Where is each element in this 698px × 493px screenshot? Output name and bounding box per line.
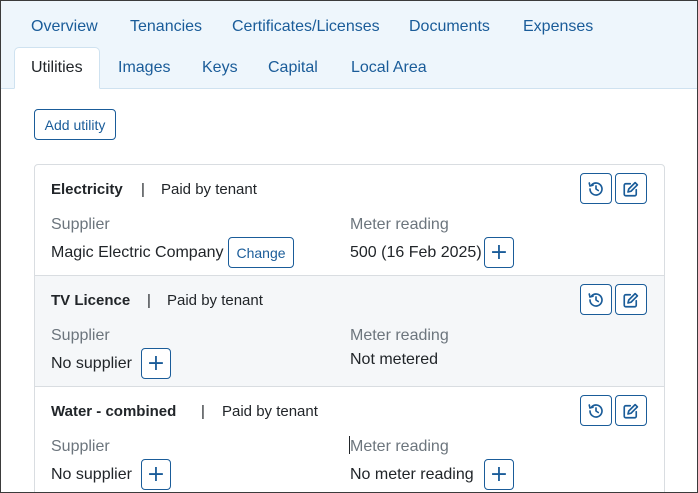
plus-icon: +	[489, 239, 509, 265]
meter-label: Meter reading	[350, 438, 449, 455]
add-utility-button[interactable]: Add utility	[34, 109, 116, 140]
tab-certificates-licenses[interactable]: Certificates/Licenses	[232, 18, 380, 36]
supplier-label: Supplier	[51, 216, 110, 233]
tab-bar: Overview Tenancies Certificates/Licenses…	[1, 1, 697, 89]
paid-by: Paid by tenant	[222, 403, 318, 420]
utility-name: Electricity	[51, 181, 123, 198]
edit-button[interactable]	[615, 395, 647, 426]
paid-by: Paid by tenant	[161, 181, 257, 198]
add-supplier-button[interactable]: +	[141, 459, 171, 490]
tab-expenses[interactable]: Expenses	[523, 18, 593, 36]
separator: |	[147, 292, 151, 309]
meter-value: Not metered	[350, 351, 439, 368]
history-button[interactable]	[580, 173, 612, 204]
paid-by: Paid by tenant	[167, 292, 263, 309]
edit-button[interactable]	[615, 284, 647, 315]
tab-keys[interactable]: Keys	[202, 59, 238, 77]
separator: |	[201, 403, 205, 420]
utility-name: Water - combined	[51, 403, 177, 420]
app-frame: Overview Tenancies Certificates/Licenses…	[0, 0, 698, 493]
history-icon	[588, 181, 603, 196]
edit-icon	[623, 292, 639, 308]
tab-utilities[interactable]: Utilities	[14, 47, 100, 89]
plus-icon: +	[489, 461, 509, 487]
text-cursor	[349, 436, 350, 454]
edit-icon	[623, 403, 639, 419]
add-supplier-button[interactable]: +	[141, 348, 171, 379]
plus-icon: +	[146, 350, 166, 376]
utility-name: TV Licence	[51, 292, 131, 309]
change-supplier-button[interactable]: Change	[228, 237, 294, 268]
edit-button[interactable]	[615, 173, 647, 204]
supplier-value: No supplier	[51, 466, 132, 483]
add-meter-reading-button[interactable]: +	[484, 237, 514, 268]
history-icon	[588, 292, 603, 307]
utility-card-tv-licence: TV Licence | Paid by tenant Supplier No …	[35, 276, 664, 387]
history-icon	[588, 403, 603, 418]
utility-card-electricity: Electricity | Paid by tenant Supplier Ma…	[35, 165, 664, 276]
separator: |	[141, 181, 145, 198]
add-meter-reading-button[interactable]: +	[484, 459, 514, 490]
tab-documents[interactable]: Documents	[409, 18, 490, 36]
supplier-label: Supplier	[51, 438, 110, 455]
meter-value: No meter reading	[350, 466, 474, 483]
supplier-value: No supplier	[51, 355, 132, 372]
history-button[interactable]	[580, 284, 612, 315]
tab-images[interactable]: Images	[118, 59, 170, 77]
plus-icon: +	[146, 461, 166, 487]
tab-local-area[interactable]: Local Area	[351, 59, 427, 77]
edit-icon	[623, 181, 639, 197]
supplier-label: Supplier	[51, 327, 110, 344]
tab-tenancies[interactable]: Tenancies	[130, 18, 202, 36]
meter-value: 500 (16 Feb 2025)	[350, 244, 482, 261]
history-button[interactable]	[580, 395, 612, 426]
tab-overview[interactable]: Overview	[31, 18, 98, 36]
meter-label: Meter reading	[350, 216, 449, 233]
supplier-value: Magic Electric Company	[51, 244, 224, 261]
meter-label: Meter reading	[350, 327, 449, 344]
tab-capital[interactable]: Capital	[268, 59, 318, 77]
